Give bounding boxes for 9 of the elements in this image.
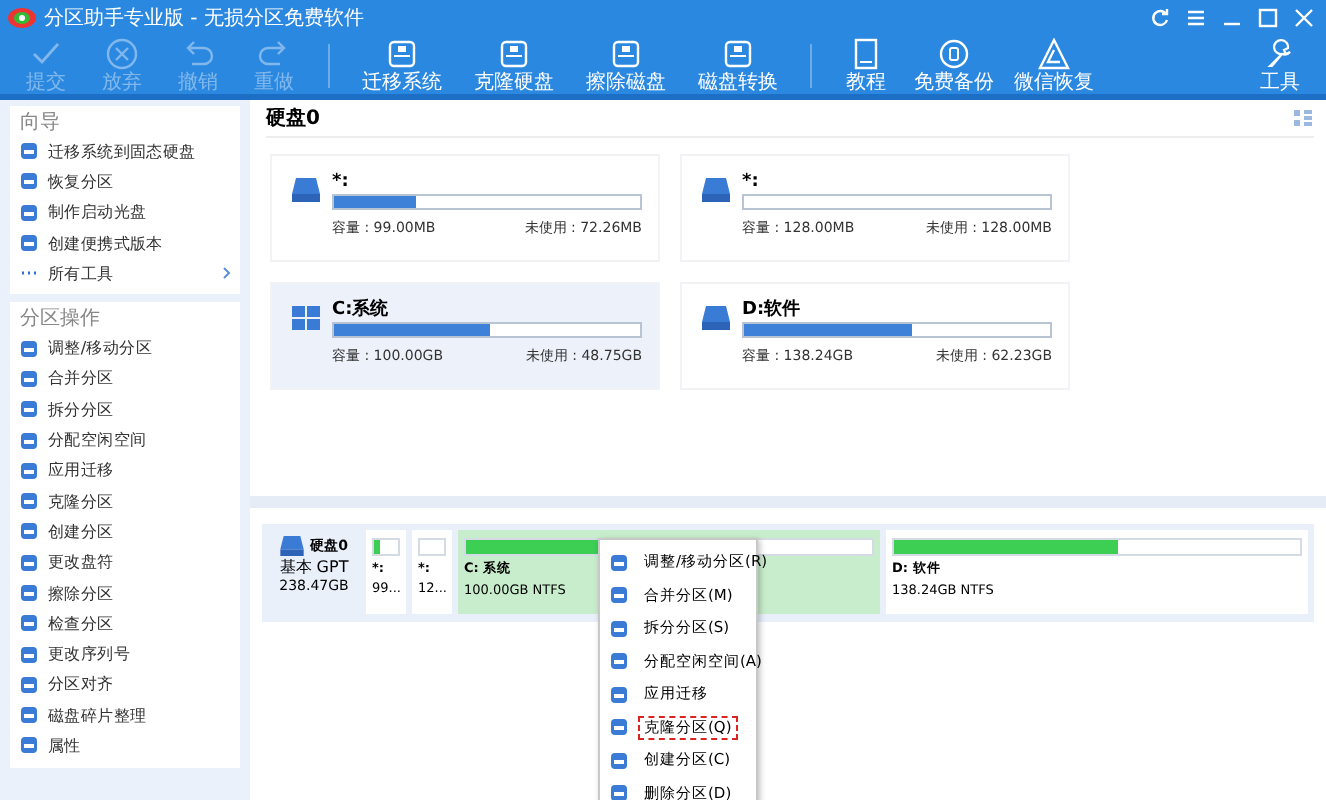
partition-name: D:软件 <box>742 300 803 322</box>
partition-name: C:系统 <box>332 300 391 322</box>
disk-type: 基本 GPT <box>279 556 349 578</box>
partition-name: *: <box>332 172 351 194</box>
section-heading: 分区操作 <box>20 306 102 333</box>
partition-name: *: <box>742 172 761 194</box>
disk-title: 硬盘0 <box>266 105 320 132</box>
section-heading: 向导 <box>20 110 62 136</box>
window-title: 分区助手专业版 - 无损分区免费软件 <box>44 5 364 32</box>
